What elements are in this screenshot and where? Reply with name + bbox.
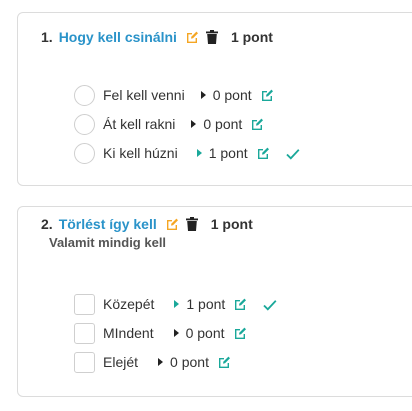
edit-answer-icon[interactable] (260, 88, 274, 102)
answer-points-toggle[interactable]: 1 pont (196, 145, 248, 161)
delete-question-icon[interactable] (185, 217, 198, 231)
answer-radio[interactable] (74, 142, 95, 164)
caret-right-icon (158, 358, 164, 366)
answer-label: Ki kell húzni (103, 145, 178, 161)
correct-check-icon (263, 298, 277, 311)
answer-points: 1 pont (186, 296, 226, 312)
answer-row: MIndent 0 pont (74, 322, 247, 344)
answer-label: Közepét (103, 296, 155, 312)
caret-right-icon (200, 91, 206, 99)
answer-points: 0 pont (170, 354, 209, 370)
question-card-2: 2. Törlést így kell 1 pont Valamit mindi… (17, 206, 412, 397)
answer-points-toggle[interactable]: 1 pont (174, 296, 225, 312)
answer-points: 1 pont (208, 145, 248, 161)
question-title[interactable]: Törlést így kell (59, 216, 157, 232)
question-header: 1. Hogy kell csinálni 1 pont (41, 29, 273, 45)
edit-question-icon[interactable] (165, 217, 179, 231)
answer-row: Fel kell venni 0 pont (74, 84, 274, 106)
answer-points: 0 pont (203, 116, 243, 132)
answer-points: 0 pont (212, 87, 252, 103)
edit-answer-icon[interactable] (217, 355, 231, 369)
caret-right-icon (191, 120, 197, 128)
answer-checkbox[interactable] (74, 351, 95, 373)
question-header: 2. Törlést így kell 1 pont (41, 216, 253, 232)
question-points: 1 pont (210, 216, 253, 232)
caret-right-icon (173, 329, 179, 337)
answer-points: 0 pont (185, 325, 225, 341)
answer-row: Közepét 1 pont (74, 293, 277, 315)
answer-points-toggle[interactable]: 0 pont (158, 354, 209, 370)
answer-checkbox[interactable] (74, 322, 95, 344)
question-points: 1 pont (230, 29, 273, 45)
answer-points-toggle[interactable]: 0 pont (200, 87, 252, 103)
answer-row: Elejét 0 pont (74, 351, 231, 373)
answer-label: Elejét (103, 354, 139, 370)
question-number: 1. (41, 29, 53, 45)
question-card-1: 1. Hogy kell csinálni 1 pont Fel kell ve… (17, 12, 412, 186)
edit-answer-icon[interactable] (233, 326, 247, 340)
caret-right-icon (174, 300, 180, 308)
answer-points-toggle[interactable]: 0 pont (173, 325, 225, 341)
question-number: 2. (41, 216, 53, 232)
question-title[interactable]: Hogy kell csinálni (59, 29, 177, 45)
caret-right-icon (196, 149, 202, 157)
answer-radio[interactable] (74, 84, 95, 106)
edit-answer-icon[interactable] (233, 297, 247, 311)
answer-row: Ki kell húzni 1 pont (74, 142, 300, 164)
edit-answer-icon[interactable] (250, 117, 264, 131)
answer-row: Át kell rakni 0 pont (74, 113, 264, 135)
edit-question-icon[interactable] (185, 30, 199, 44)
answer-label: Fel kell venni (103, 87, 185, 103)
edit-answer-icon[interactable] (256, 146, 270, 160)
question-description: Valamit mindig kell (49, 235, 167, 250)
answer-label: MIndent (103, 325, 154, 341)
correct-check-icon (286, 147, 300, 160)
answer-radio[interactable] (74, 113, 95, 135)
answer-label: Át kell rakni (103, 116, 176, 132)
answer-points-toggle[interactable]: 0 pont (191, 116, 242, 132)
delete-question-icon[interactable] (205, 30, 218, 44)
answer-checkbox[interactable] (74, 293, 95, 315)
